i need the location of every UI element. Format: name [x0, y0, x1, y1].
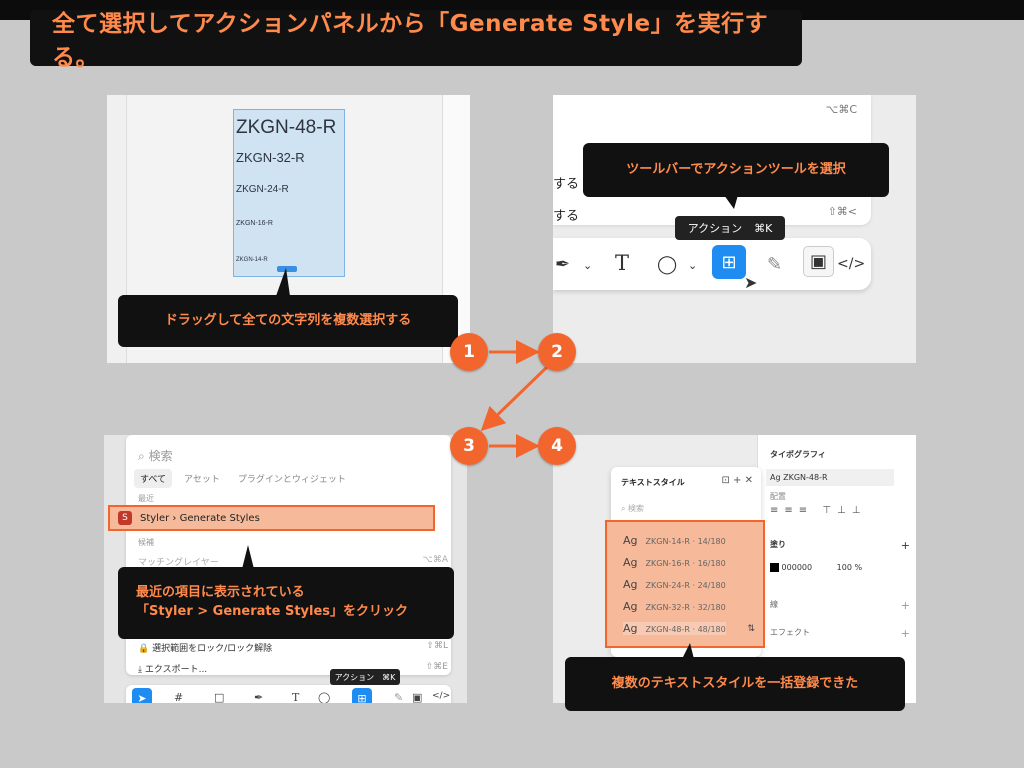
- flow-arrows: [480, 340, 549, 458]
- step-badge-4: 4: [538, 427, 576, 465]
- step-badge-3: 3: [450, 427, 488, 465]
- step-badge-2: 2: [538, 333, 576, 371]
- step-badge-1: 1: [450, 333, 488, 371]
